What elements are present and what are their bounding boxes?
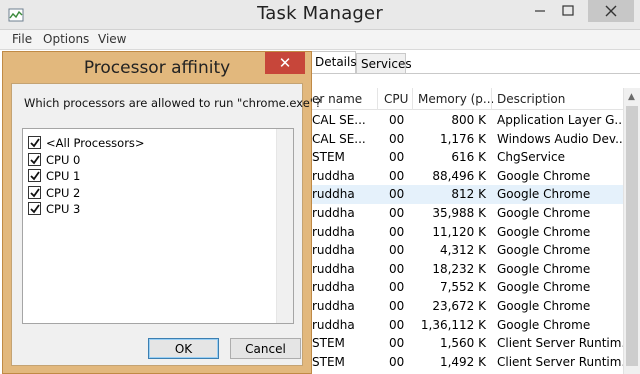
cell-memory: 616 K (451, 150, 486, 165)
cell-description: Client Server Runtim... (497, 354, 623, 369)
table-row[interactable]: ruddha 00 812 K Google Chrome (300, 185, 640, 204)
processor-checkbox[interactable] (28, 152, 41, 166)
cell-description: ChgService (497, 150, 565, 165)
tab-services[interactable]: Services (356, 53, 412, 74)
cell-memory: 18,232 K (432, 261, 486, 276)
table-row[interactable]: ruddha 00 35,988 K Google Chrome (300, 204, 640, 223)
ok-button[interactable]: OK (148, 338, 219, 359)
maximize-button[interactable] (554, 0, 582, 22)
process-list-scrollbar[interactable]: ▲ (623, 88, 640, 374)
column-divider[interactable] (377, 88, 378, 110)
column-divider[interactable] (491, 88, 492, 110)
minimize-button[interactable] (526, 0, 554, 22)
cell-user-name: ruddha (312, 243, 355, 258)
dialog-close-button[interactable]: ✕ (265, 52, 305, 74)
cell-memory: 812 K (451, 187, 486, 202)
table-row[interactable]: CAL SE... 00 1,176 K Windows Audio Dev... (300, 130, 640, 149)
cell-memory: 11,120 K (432, 224, 486, 239)
menu-view[interactable]: View (98, 32, 126, 46)
cell-memory: 7,552 K (439, 280, 486, 295)
menu-file[interactable]: File (12, 32, 32, 46)
processor-label: <All Processors> (46, 136, 145, 150)
cell-description: Application Layer G... (497, 113, 623, 127)
cell-description: Client Server Runtim... (497, 336, 623, 351)
cell-user-name: ruddha (312, 224, 355, 239)
column-divider[interactable] (412, 88, 413, 110)
table-row[interactable]: STEM 00 1,492 K Client Server Runtim... (300, 353, 640, 372)
cell-memory: 1,560 K (439, 336, 486, 351)
processor-label: CPU 3 (46, 202, 81, 217)
cell-user-name: CAL SE... (312, 113, 366, 127)
processor-affinity-dialog: Processor affinity ✕ Which processors ar… (2, 51, 321, 374)
table-row[interactable]: ruddha 00 7,552 K Google Chrome (300, 278, 640, 297)
column-description[interactable]: Description (497, 92, 565, 106)
cell-description: Google Chrome (497, 280, 591, 295)
table-row[interactable]: ruddha 00 88,496 K Google Chrome (300, 167, 640, 186)
dialog-question: Which processors are allowed to run "chr… (24, 96, 322, 110)
cell-description: Google Chrome (497, 261, 591, 276)
table-row[interactable]: ruddha 00 11,120 K Google Chrome (300, 223, 640, 242)
table-row[interactable]: CAL SE... 00 800 K Application Layer G... (300, 111, 640, 130)
cell-memory: 35,988 K (432, 205, 486, 220)
cell-memory: 1,492 K (439, 354, 486, 369)
column-memory[interactable]: Memory (p... (418, 92, 494, 106)
cell-memory: 23,672 K (432, 298, 486, 313)
processor-label: CPU 1 (46, 169, 81, 184)
cell-user-name: ruddha (312, 298, 355, 313)
tab-divider (300, 73, 640, 74)
cancel-button[interactable]: Cancel (230, 338, 301, 359)
cell-description: Windows Audio Dev... (497, 131, 623, 146)
column-cpu[interactable]: CPU (384, 92, 408, 106)
processor-checkbox[interactable] (28, 185, 41, 199)
cell-user-name: ruddha (312, 280, 355, 295)
cell-memory: 800 K (451, 113, 486, 127)
table-row[interactable]: STEM 00 1,560 K Client Server Runtim... (300, 334, 640, 353)
scrollbar-thumb[interactable] (626, 106, 638, 366)
tab-details[interactable]: Details (310, 51, 357, 74)
processor-list-scrollbar[interactable] (276, 129, 293, 323)
cell-user-name: CAL SE... (312, 131, 366, 146)
menu-options[interactable]: Options (43, 32, 89, 46)
cell-memory: 4,312 K (439, 243, 486, 258)
cell-description: Google Chrome (497, 205, 591, 220)
cell-user-name: STEM (312, 336, 345, 351)
cell-user-name: ruddha (312, 205, 355, 220)
cell-user-name: ruddha (312, 317, 355, 332)
cell-description: Google Chrome (497, 243, 591, 258)
cell-memory: 1,176 K (439, 131, 486, 146)
processor-checkbox[interactable] (28, 202, 41, 216)
table-row[interactable]: ruddha 00 1,36,112 K Google Chrome (300, 316, 640, 335)
dialog-body: Which processors are allowed to run "chr… (11, 83, 321, 366)
processor-label: CPU 0 (46, 152, 81, 167)
processor-label: CPU 2 (46, 185, 81, 200)
cell-description: Google Chrome (497, 317, 591, 332)
table-row[interactable]: ruddha 00 18,232 K Google Chrome (300, 260, 640, 279)
cell-user-name: ruddha (312, 261, 355, 276)
title-bar: Task Manager (0, 0, 640, 30)
processor-checkbox[interactable] (28, 169, 41, 183)
cell-description: Google Chrome (497, 224, 591, 239)
process-list: CAL SE... 00 800 K Application Layer G... CA… (300, 111, 640, 374)
cell-user-name: ruddha (312, 168, 355, 183)
cell-memory: 88,496 K (432, 168, 486, 183)
processor-checkbox[interactable] (28, 136, 41, 149)
table-row[interactable]: STEM 00 616 K ChgService (300, 148, 640, 167)
cell-description: Google Chrome (497, 168, 591, 183)
column-header-row: er name CPU Memory (p... Description (300, 88, 640, 110)
table-row[interactable]: ruddha 00 4,312 K Google Chrome (300, 241, 640, 260)
cell-description: Google Chrome (497, 187, 591, 202)
window-close-button[interactable] (588, 0, 634, 22)
cell-user-name: ruddha (312, 187, 355, 202)
table-row[interactable]: ruddha 00 23,672 K Google Chrome (300, 297, 640, 316)
cell-memory: 1,36,112 K (420, 317, 486, 332)
menu-bar: File Options View (0, 30, 640, 50)
cell-user-name: STEM (312, 354, 345, 369)
cell-description: Google Chrome (497, 298, 591, 313)
cell-user-name: STEM (312, 150, 345, 165)
scroll-up-arrow-icon[interactable]: ▲ (628, 92, 635, 102)
processor-list: <All Processors> CPU 0 CPU 1 CPU 2 CPU 3 (22, 128, 294, 324)
